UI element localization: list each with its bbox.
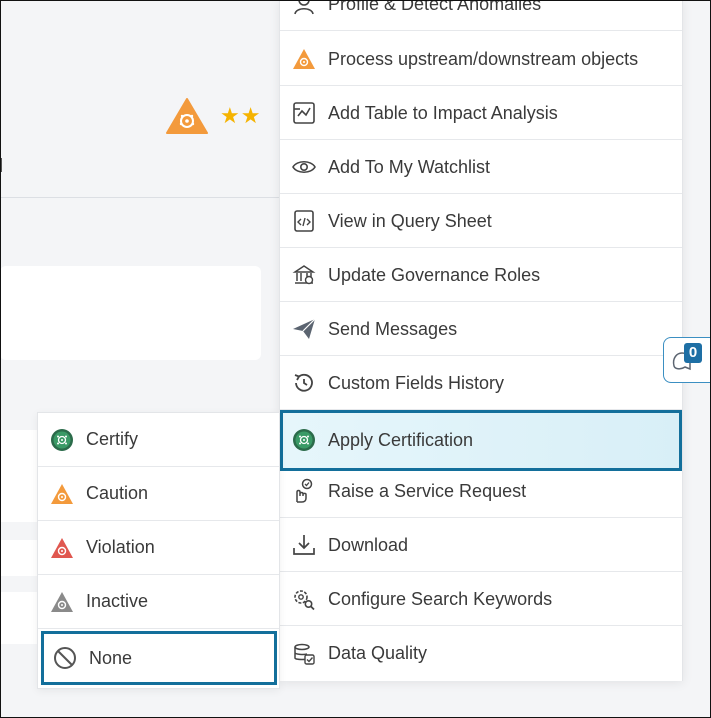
paper-plane-icon [280,318,328,340]
menu-item-download[interactable]: Download [280,519,682,572]
menu-item-configure-search-keywords[interactable]: Configure Search Keywords [280,573,682,626]
submenu-item-label: Caution [86,483,149,503]
menu-item-label: Configure Search Keywords [328,588,553,609]
chat-widget[interactable]: 0 [663,337,711,383]
background-row [0,540,40,576]
menu-item-label: Data Quality [328,643,428,663]
impact-analysis-icon [280,101,328,125]
menu-item-label: Process upstream/downstream objects [328,48,639,69]
menu-item-add-table-impact-analysis[interactable]: Add Table to Impact Analysis [280,87,682,140]
eye-icon [280,159,328,175]
menu-item-label: Custom Fields History [328,372,505,393]
submenu-item-label: Certify [86,429,139,449]
menu-item-label: Apply Certification [328,429,474,450]
menu-item-update-governance-roles[interactable]: Update Governance Roles [280,249,682,302]
menu-item-profile-detect-anomalies[interactable]: Profile & Detect Anomalies [280,0,682,31]
data-quality-icon [280,642,328,666]
submenu-item-label: Violation [86,537,155,557]
certify-icon [280,428,328,452]
governance-icon [280,263,328,287]
text-cursor-mark [0,158,5,172]
inactive-icon [38,591,86,613]
code-file-icon [280,209,328,233]
none-icon [41,646,89,670]
menu-item-label: Raise a Service Request [328,480,527,501]
menu-item-send-messages[interactable]: Send Messages [280,303,682,356]
menu-item-label: Add To My Watchlist [328,156,491,177]
menu-item-process-upstream-downstream[interactable]: Process upstream/downstream objects [280,33,682,86]
submenu-item-inactive[interactable]: Inactive [38,575,279,629]
menu-item-label: Add Table to Impact Analysis [328,102,558,123]
menu-item-label: Profile & Detect Anomalies [328,0,542,14]
menu-item-view-in-query-sheet[interactable]: View in Query Sheet [280,195,682,248]
menu-item-label: Download [328,534,409,555]
menu-item-data-quality[interactable]: Data Quality [280,627,682,680]
background-row [0,592,40,644]
caution-icon [38,483,86,505]
submenu-item-label: None [89,647,133,668]
background-divider [0,197,282,198]
certification-submenu: Certify Caution Violation Inactive None [37,412,280,689]
menu-item-raise-service-request[interactable]: Raise a Service Request [280,465,682,518]
actions-menu: Profile & Detect Anomalies Process upstr… [279,0,683,681]
menu-item-label: Send Messages [328,318,458,339]
menu-item-label: Update Governance Roles [328,264,541,285]
caution-icon [280,48,328,70]
background-card [0,266,261,360]
download-icon [280,533,328,557]
submenu-item-certify[interactable]: Certify [38,413,279,467]
menu-item-apply-certification[interactable]: Apply Certification [280,410,682,471]
submenu-item-caution[interactable]: Caution [38,467,279,521]
menu-item-add-to-watchlist[interactable]: Add To My Watchlist [280,141,682,194]
chat-count-badge: 0 [684,343,702,363]
submenu-item-violation[interactable]: Violation [38,521,279,575]
caution-certification-icon [165,97,209,140]
background-row [0,430,40,522]
submenu-item-none[interactable]: None [41,631,277,685]
menu-item-label: View in Query Sheet [328,210,492,231]
rating-stars[interactable]: ★★ [220,103,261,129]
submenu-item-label: Inactive [86,591,149,611]
certify-icon [38,428,86,452]
violation-icon [38,537,86,559]
search-settings-icon [280,587,328,611]
history-icon [280,371,328,395]
menu-item-custom-fields-history[interactable]: Custom Fields History [280,357,682,410]
service-request-icon [280,478,328,504]
user-icon [280,0,328,15]
